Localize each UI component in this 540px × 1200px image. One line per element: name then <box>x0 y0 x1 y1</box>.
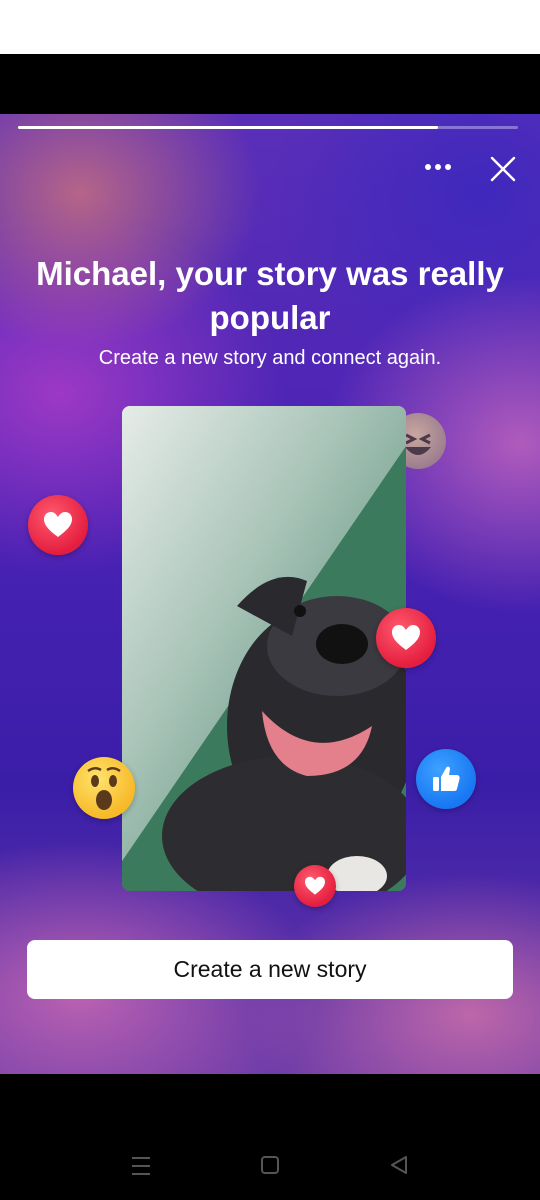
more-options-button[interactable] <box>418 152 458 182</box>
home-icon[interactable] <box>255 1150 285 1180</box>
heart-reaction-icon <box>376 608 436 668</box>
heart-reaction-icon <box>28 495 88 555</box>
recents-icon[interactable] <box>126 1150 156 1180</box>
close-icon <box>490 156 516 182</box>
status-bar <box>0 0 540 54</box>
story-subline: Create a new story and connect again. <box>98 347 442 369</box>
create-new-story-button[interactable]: Create a new story <box>27 940 513 999</box>
heart-reaction-icon <box>294 865 336 907</box>
story-headline: Michael, your story was really popular <box>36 255 504 336</box>
story-progress-fill <box>18 126 438 129</box>
back-icon[interactable] <box>384 1150 414 1180</box>
like-reaction-icon <box>416 749 476 809</box>
story-progress-track <box>18 126 518 129</box>
story-card: Michael, your story was really popular C… <box>0 114 540 1074</box>
system-navigation-bar <box>0 1074 540 1200</box>
top-bar-background <box>0 54 540 114</box>
close-button[interactable] <box>486 152 520 186</box>
story-photo-dog <box>122 406 406 891</box>
more-horizontal-icon <box>425 164 451 170</box>
wow-reaction-icon <box>73 757 135 819</box>
